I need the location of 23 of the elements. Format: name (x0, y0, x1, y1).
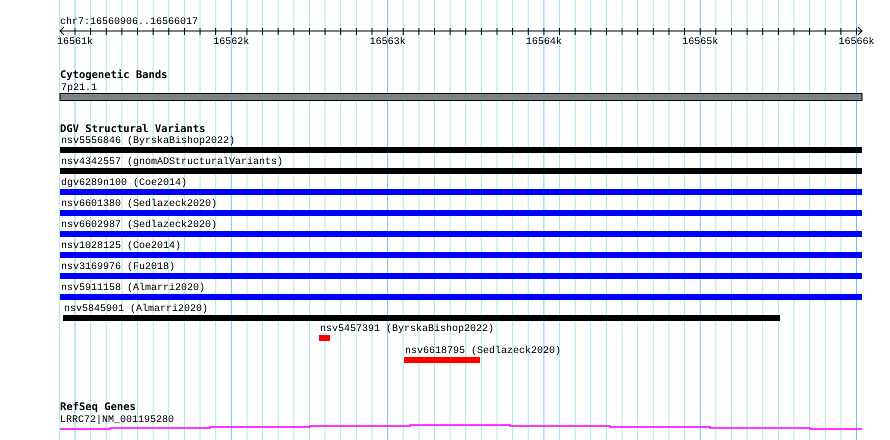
variant-label: nsv5457391 (ByrskaBishop2022) (320, 324, 494, 335)
variant-label: nsv5845901 (Almarri2020) (64, 304, 208, 315)
ruler-tick-label: 16562k (213, 37, 250, 48)
ruler-tick-label: 16566k (838, 37, 874, 48)
variant-label: nsv6601380 (Sedlazeck2020) (61, 199, 218, 210)
variant-label: dgv6289n100 (Coe2014) (61, 178, 188, 189)
gene-label: LRRC72|NM_001195280 (60, 415, 174, 426)
variant-label: nsv6618795 (Sedlazeck2020) (405, 346, 562, 357)
track-title: DGV Structural Variants (60, 123, 206, 135)
ruler-tick-label: 16561k (57, 37, 93, 48)
variant-label: nsv6602987 (Sedlazeck2020) (61, 220, 218, 231)
variant-label: nsv3169976 (Fu2018) (61, 262, 176, 273)
cytoband-label: 7p21.1 (61, 83, 98, 94)
ruler-tick-label: 16564k (526, 37, 562, 48)
variant-label: nsv4342557 (gnomADStructuralVariants) (61, 157, 284, 168)
location-label: chr7:16560906..16566017 (60, 17, 198, 28)
variant-label: nsv5556846 (ByrskaBishop2022) (61, 136, 236, 147)
ruler-tick-label: 16563k (370, 37, 406, 48)
track-title: Cytogenetic Bands (60, 69, 168, 81)
variant-label: nsv1028125 (Coe2014) (61, 241, 182, 252)
ruler-tick-label: 16565k (682, 37, 718, 48)
track-title: RefSeq Genes (60, 401, 136, 413)
variant-label: nsv5911158 (Almarri2020) (61, 283, 206, 294)
